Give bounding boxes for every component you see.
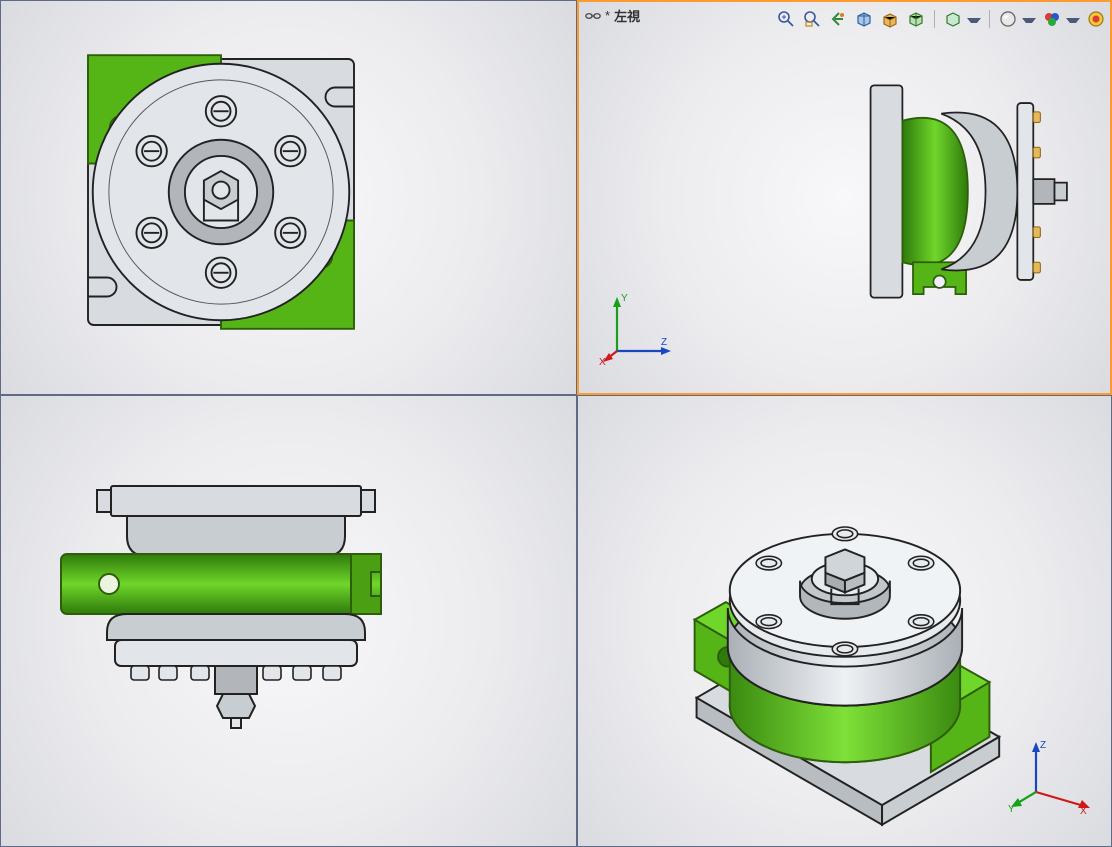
viewport-label: * 左視 (585, 6, 640, 25)
four-viewport-grid: * 左視 Y Z X (0, 0, 1112, 847)
viewport-label-text: 左視 (614, 6, 640, 25)
previous-view-icon[interactable] (828, 9, 848, 29)
viewport-top[interactable] (0, 395, 577, 847)
decals-icon[interactable] (1086, 9, 1106, 29)
zoom-to-fit-icon[interactable] (776, 9, 796, 29)
view-toolbar (776, 8, 1106, 29)
svg-text:X: X (1080, 806, 1087, 816)
hide-show-dropdown[interactable] (967, 18, 981, 29)
toolbar-separator (989, 10, 990, 28)
svg-text:X: X (599, 357, 606, 368)
viewport-left[interactable]: * 左視 Y Z X (577, 0, 1112, 395)
toolbar-separator (934, 10, 935, 28)
link-icon (585, 11, 601, 21)
appearances-dropdown[interactable] (1066, 18, 1080, 29)
svg-text:Y: Y (621, 293, 628, 304)
model-left-view (844, 50, 1074, 333)
appearances-icon[interactable] (1042, 9, 1062, 29)
view-orientation-icon[interactable] (880, 9, 900, 29)
zoom-area-icon[interactable] (802, 9, 822, 29)
section-view-icon[interactable] (854, 9, 874, 29)
model-iso-view (638, 444, 1048, 847)
model-top-view (31, 456, 411, 776)
scene-icon[interactable] (998, 9, 1018, 29)
viewport-front[interactable] (0, 0, 577, 395)
hide-show-icon[interactable] (943, 9, 963, 29)
svg-text:Z: Z (661, 337, 667, 348)
orientation-triad: Y Z X (595, 289, 675, 369)
viewport-isometric[interactable]: Z X Y (577, 395, 1112, 847)
scene-dropdown[interactable] (1022, 18, 1036, 29)
display-style-icon[interactable] (906, 9, 926, 29)
model-front-view (31, 21, 411, 363)
viewport-label-prefix: * (605, 8, 610, 23)
